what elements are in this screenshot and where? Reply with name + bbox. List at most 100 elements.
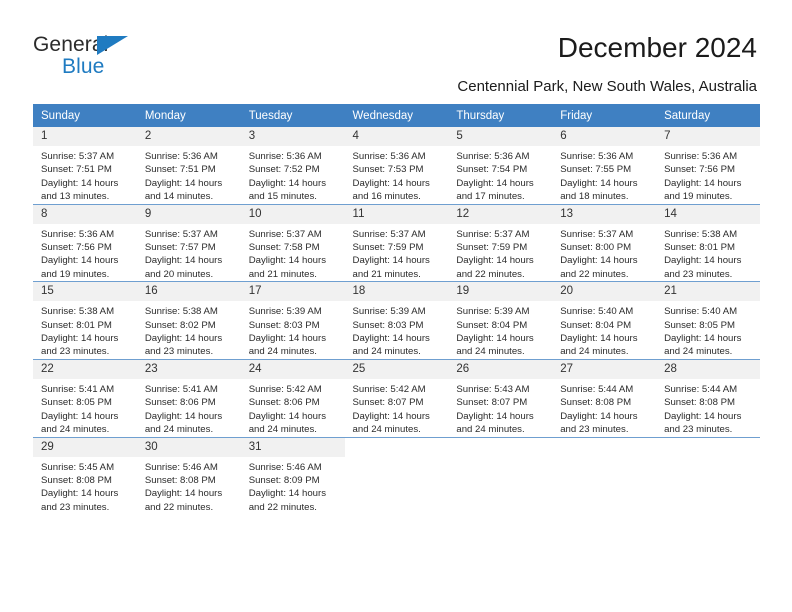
daylight-text: Daylight: 14 hours and 19 minutes.	[41, 255, 119, 280]
page-subtitle: Centennial Park, New South Wales, Austra…	[457, 78, 757, 95]
logo-text-blue: Blue	[62, 55, 105, 78]
sunset-text: Sunset: 7:55 PM	[560, 164, 632, 176]
day-details: Sunrise: 5:36 AM Sunset: 7:55 PM Daylight:…	[552, 146, 656, 204]
calendar-day-cell[interactable]: 20 Sunrise: 5:40 AM Sunset: 8:04 PM Dayligh…	[552, 281, 657, 360]
sunrise-text: Sunrise: 5:36 AM	[664, 151, 738, 162]
calendar-day-cell[interactable]: 16 Sunrise: 5:38 AM Sunset: 8:02 PM Dayligh…	[136, 281, 241, 360]
daylight-text: Daylight: 14 hours and 23 minutes.	[41, 333, 119, 358]
calendar-day-cell[interactable]: 2 Sunrise: 5:36 AM Sunset: 7:51 PM Daylight…	[136, 127, 241, 205]
calendar-day-cell[interactable]: 18 Sunrise: 5:39 AM Sunset: 8:03 PM Dayligh…	[344, 281, 449, 360]
day-details: Sunrise: 5:37 AM Sunset: 8:00 PM Daylight:…	[552, 224, 656, 282]
day-number: 26	[448, 359, 553, 379]
day-details: Sunrise: 5:36 AM Sunset: 7:56 PM Daylight:…	[33, 224, 137, 282]
calendar-day-cell[interactable]: 27 Sunrise: 5:44 AM Sunset: 8:08 PM Dayligh…	[552, 358, 657, 437]
day-number: 31	[240, 437, 345, 457]
sunset-text: Sunset: 8:07 PM	[352, 397, 424, 409]
calendar-day-cell[interactable]: 19 Sunrise: 5:39 AM Sunset: 8:04 PM Dayligh…	[448, 281, 553, 360]
calendar-day-cell[interactable]: 8 Sunrise: 5:36 AM Sunset: 7:56 PM Daylight…	[33, 203, 137, 282]
sunrise-text: Sunrise: 5:44 AM	[664, 383, 738, 395]
calendar-day-cell[interactable]: 26 Sunrise: 5:43 AM Sunset: 8:07 PM Dayligh…	[448, 358, 553, 437]
sunrise-text: Sunrise: 5:42 AM	[352, 383, 426, 395]
calendar-day-cell[interactable]: 10 Sunrise: 5:37 AM Sunset: 7:58 PM Dayligh…	[240, 203, 345, 282]
day-details: Sunrise: 5:39 AM Sunset: 8:03 PM Daylight:…	[241, 301, 345, 359]
daylight-text: Daylight: 14 hours and 15 minutes.	[248, 177, 327, 203]
sunrise-text: Sunrise: 5:43 AM	[456, 383, 530, 395]
calendar-day-cell[interactable]: 14 Sunrise: 5:38 AM Sunset: 8:01 PM Dayligh…	[656, 203, 760, 282]
calendar-day-cell[interactable]: 22 Sunrise: 5:41 AM Sunset: 8:05 PM Dayligh…	[33, 358, 137, 437]
day-number: 21	[656, 282, 760, 302]
sunset-text: Sunset: 7:53 PM	[352, 164, 424, 176]
sunset-text: Sunset: 8:03 PM	[248, 319, 320, 331]
day-details: Sunrise: 5:39 AM Sunset: 8:04 PM Daylight:…	[448, 301, 552, 359]
day-number: 8	[33, 204, 137, 224]
sunrise-text: Sunrise: 5:36 AM	[144, 151, 218, 162]
sunrise-text: Sunrise: 5:37 AM	[144, 228, 218, 240]
sunset-text: Sunset: 7:56 PM	[41, 242, 112, 254]
logo-wordmark: General	[33, 33, 163, 57]
calendar-day-cell[interactable]: 31 Sunrise: 5:46 AM Sunset: 8:09 PM Dayligh…	[240, 436, 345, 515]
calendar-week-row: 1 Sunrise: 5:37 AM Sunset: 7:51 PM Daylight…	[33, 127, 760, 205]
daylight-text: Daylight: 14 hours and 24 minutes.	[144, 410, 223, 436]
day-number: 11	[344, 204, 449, 224]
daylight-text: Daylight: 14 hours and 23 minutes.	[144, 333, 223, 358]
sunrise-text: Sunrise: 5:39 AM	[352, 306, 426, 318]
general-blue-logo[interactable]: General Blue	[33, 33, 163, 81]
daylight-text: Daylight: 14 hours and 14 minutes.	[144, 177, 223, 203]
sunset-text: Sunset: 7:54 PM	[456, 164, 528, 176]
calendar-day-cell[interactable]: 11 Sunrise: 5:37 AM Sunset: 7:59 PM Dayligh…	[344, 203, 449, 282]
daylight-text: Daylight: 14 hours and 17 minutes.	[456, 177, 534, 203]
day-details: Sunrise: 5:37 AM Sunset: 7:59 PM Daylight:…	[448, 224, 552, 282]
calendar-day-cell[interactable]: 24 Sunrise: 5:42 AM Sunset: 8:06 PM Dayligh…	[240, 358, 345, 437]
calendar-day-cell[interactable]: 9 Sunrise: 5:37 AM Sunset: 7:57 PM Daylight…	[136, 203, 241, 282]
triangle-icon	[97, 36, 128, 55]
day-number: 7	[656, 127, 760, 146]
calendar-day-cell[interactable]: 17 Sunrise: 5:39 AM Sunset: 8:03 PM Dayligh…	[240, 281, 345, 360]
calendar-day-cell[interactable]: 6 Sunrise: 5:36 AM Sunset: 7:55 PM Daylight…	[552, 127, 657, 205]
day-details: Sunrise: 5:37 AM Sunset: 7:59 PM Daylight:…	[345, 224, 449, 282]
sunrise-text: Sunrise: 5:38 AM	[41, 306, 115, 318]
calendar-day-cell[interactable]: 29 Sunrise: 5:45 AM Sunset: 8:08 PM Dayligh…	[33, 436, 137, 515]
day-number: 19	[448, 282, 553, 302]
weekday-header-wednesday: Wednesday	[344, 104, 449, 127]
sunset-text: Sunset: 8:08 PM	[664, 397, 735, 409]
daylight-text: Daylight: 14 hours and 21 minutes.	[248, 255, 327, 280]
calendar-day-cell[interactable]: 28 Sunrise: 5:44 AM Sunset: 8:08 PM Dayligh…	[656, 358, 760, 437]
calendar-day-cell[interactable]: 5 Sunrise: 5:36 AM Sunset: 7:54 PM Daylight…	[448, 127, 553, 205]
day-number: 10	[240, 204, 345, 224]
calendar-day-cell[interactable]: 21 Sunrise: 5:40 AM Sunset: 8:05 PM Dayligh…	[656, 281, 760, 360]
sunrise-text: Sunrise: 5:36 AM	[352, 151, 426, 162]
sunset-text: Sunset: 7:56 PM	[664, 164, 735, 176]
calendar-day-cell[interactable]: 4 Sunrise: 5:36 AM Sunset: 7:53 PM Daylight…	[344, 127, 449, 205]
calendar-day-cell[interactable]: 25 Sunrise: 5:42 AM Sunset: 8:07 PM Dayligh…	[344, 358, 449, 437]
calendar-day-cell[interactable]: 1 Sunrise: 5:37 AM Sunset: 7:51 PM Daylight…	[33, 127, 137, 205]
sunrise-text: Sunrise: 5:38 AM	[144, 306, 218, 318]
calendar-empty-cell	[552, 436, 657, 515]
day-details: Sunrise: 5:46 AM Sunset: 8:09 PM Daylight:…	[241, 457, 345, 515]
daylight-text: Daylight: 14 hours and 24 minutes.	[352, 333, 430, 358]
daylight-text: Daylight: 14 hours and 24 minutes.	[41, 410, 119, 436]
calendar-grid: Sunday Monday Tuesday Wednesday Thursday…	[33, 104, 760, 515]
sunrise-text: Sunrise: 5:41 AM	[41, 383, 115, 395]
weekday-header-thursday: Thursday	[448, 104, 553, 127]
sunset-text: Sunset: 8:01 PM	[41, 319, 112, 331]
sunset-text: Sunset: 8:08 PM	[41, 474, 112, 486]
sunrise-text: Sunrise: 5:36 AM	[248, 151, 322, 162]
calendar-day-cell[interactable]: 23 Sunrise: 5:41 AM Sunset: 8:06 PM Dayligh…	[136, 358, 241, 437]
day-details: Sunrise: 5:41 AM Sunset: 8:05 PM Daylight:…	[33, 379, 137, 437]
daylight-text: Daylight: 14 hours and 22 minutes.	[456, 255, 534, 280]
calendar-day-cell[interactable]: 13 Sunrise: 5:37 AM Sunset: 8:00 PM Dayligh…	[552, 203, 657, 282]
calendar-day-cell[interactable]: 7 Sunrise: 5:36 AM Sunset: 7:56 PM Daylight…	[656, 127, 760, 205]
daylight-text: Daylight: 14 hours and 13 minutes.	[41, 177, 119, 203]
sunrise-text: Sunrise: 5:37 AM	[352, 228, 426, 240]
daylight-text: Daylight: 14 hours and 24 minutes.	[248, 333, 327, 358]
sunset-text: Sunset: 8:08 PM	[144, 474, 216, 486]
sunset-text: Sunset: 8:00 PM	[560, 242, 632, 254]
day-number: 22	[33, 359, 137, 379]
calendar-day-cell[interactable]: 15 Sunrise: 5:38 AM Sunset: 8:01 PM Dayligh…	[33, 281, 137, 360]
day-details: Sunrise: 5:44 AM Sunset: 8:08 PM Daylight:…	[656, 379, 760, 437]
weekday-header-sunday: Sunday	[33, 104, 137, 127]
day-details: Sunrise: 5:42 AM Sunset: 8:06 PM Daylight:…	[241, 379, 345, 437]
calendar-day-cell[interactable]: 3 Sunrise: 5:36 AM Sunset: 7:52 PM Daylight…	[240, 127, 345, 205]
calendar-day-cell[interactable]: 12 Sunrise: 5:37 AM Sunset: 7:59 PM Dayligh…	[448, 203, 553, 282]
calendar-day-cell[interactable]: 30 Sunrise: 5:46 AM Sunset: 8:08 PM Dayligh…	[136, 436, 241, 515]
